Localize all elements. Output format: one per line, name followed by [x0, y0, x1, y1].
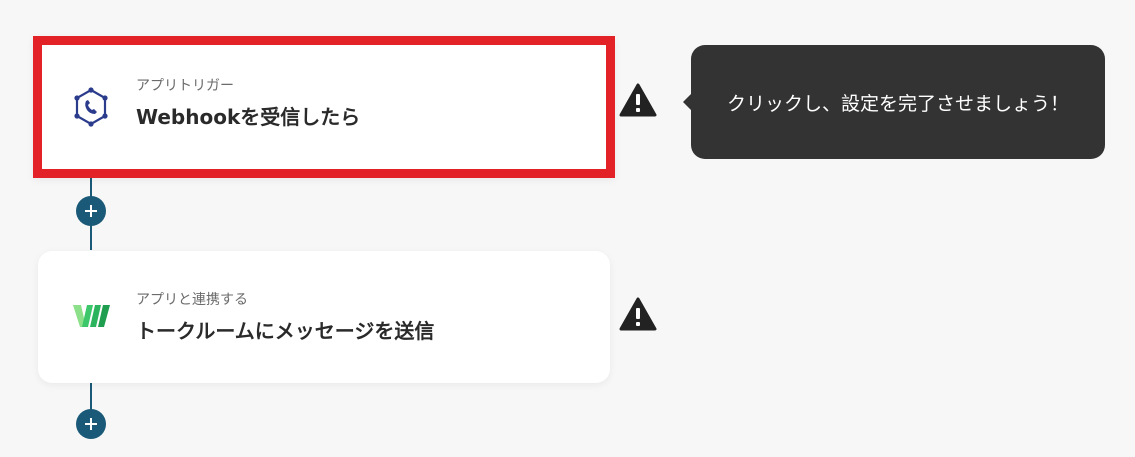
setup-tooltip: クリックし、設定を完了させましょう！ — [683, 45, 1105, 159]
tooltip-arrow — [683, 94, 691, 110]
plus-icon — [85, 418, 97, 430]
webhook-icon — [74, 87, 108, 127]
works-logo-icon — [73, 305, 110, 327]
step-card-send-message[interactable]: アプリと連携する トークルームにメッセージを送信 — [38, 251, 610, 383]
warning-icon — [619, 297, 657, 331]
add-step-button-2[interactable] — [76, 409, 106, 439]
add-step-button-1[interactable] — [76, 196, 106, 226]
warning-icon — [619, 83, 657, 117]
step-title: Webhookを受信したら — [136, 105, 361, 129]
plus-icon — [85, 205, 97, 217]
step-type-label: アプリトリガー — [136, 78, 234, 94]
step-title: トークルームにメッセージを送信 — [136, 319, 435, 343]
step-type-label: アプリと連携する — [136, 292, 248, 308]
step-card-webhook-trigger[interactable]: アプリトリガー Webhookを受信したら — [33, 36, 615, 178]
tooltip-text: クリックし、設定を完了させましょう！ — [726, 92, 1069, 115]
